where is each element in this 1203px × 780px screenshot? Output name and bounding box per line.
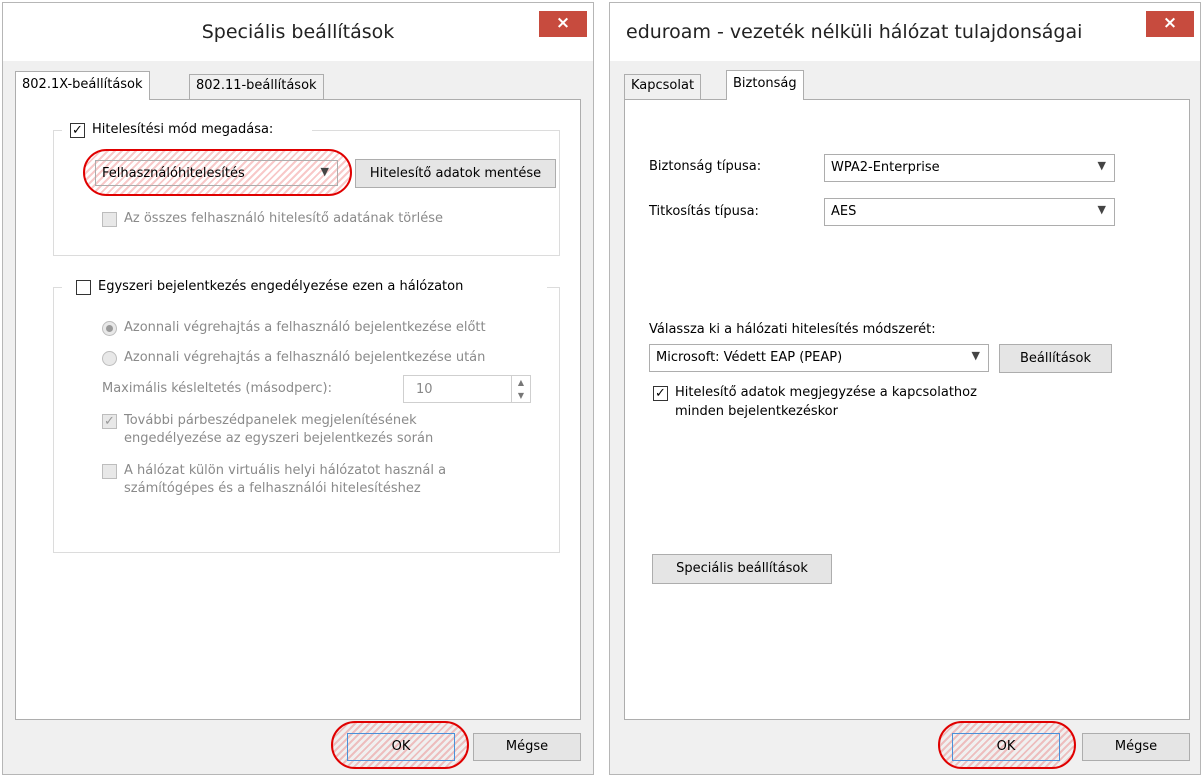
tab-8021x[interactable]: 802.1X-beállítások <box>15 71 150 100</box>
auth-mode-select[interactable]: Felhasználóhitelesítés ▼ <box>95 160 338 186</box>
security-type-select[interactable]: WPA2-Enterprise ▼ <box>824 154 1115 182</box>
separate-vlan-label-2: számítógépes és a felhasználói hitelesít… <box>124 481 421 496</box>
auth-method-select[interactable]: Microsoft: Védett EAP (PEAP) ▼ <box>649 344 989 372</box>
tab-panel: Biztonság típusa: WPA2-Enterprise ▼ Titk… <box>624 99 1190 720</box>
cancel-button[interactable]: Mégse <box>1082 733 1190 761</box>
remember-credentials-label-2: minden bejelentkezéskor <box>675 404 838 419</box>
chevron-down-icon: ▼ <box>1097 159 1106 172</box>
ok-button[interactable]: OK <box>347 733 455 761</box>
separate-vlan-checkbox[interactable] <box>102 464 117 479</box>
auth-mode-checkbox[interactable]: ✓ <box>70 123 85 138</box>
spinner-arrows-icon[interactable]: ▲ ▼ <box>511 376 530 402</box>
dialog-title: eduroam - vezeték nélküli hálózat tulajd… <box>626 21 1083 43</box>
cancel-button[interactable]: Mégse <box>473 733 581 761</box>
chevron-down-icon: ▼ <box>971 349 980 362</box>
save-credentials-button[interactable]: Hitelesítő adatok mentése <box>355 159 556 188</box>
auth-mode-label: Hitelesítési mód megadása: <box>92 122 274 137</box>
remember-credentials-checkbox[interactable]: ✓ <box>653 386 668 401</box>
advanced-settings-dialog: Speciális beállítások × 802.1X-beállítás… <box>2 2 594 775</box>
close-button[interactable]: × <box>539 11 587 37</box>
settings-button[interactable]: Beállítások <box>999 344 1112 373</box>
encryption-type-value: AES <box>831 204 857 219</box>
radio-after-login-label: Azonnali végrehajtás a felhasználó bejel… <box>124 350 486 365</box>
auth-method-label: Válassza ki a hálózati hitelesítés módsz… <box>649 322 936 337</box>
security-type-label: Biztonság típusa: <box>649 159 762 174</box>
dialog-title: Speciális beállítások <box>201 21 395 43</box>
delay-label: Maximális késleltetés (másodperc): <box>102 381 332 396</box>
delete-credentials-label: Az összes felhasználó hitelesítő adatána… <box>124 211 443 226</box>
delay-value: 10 <box>416 382 433 397</box>
tab-panel: ✓ Hitelesítési mód megadása: Felhasználó… <box>15 99 581 720</box>
chevron-down-icon: ▼ <box>1097 203 1106 216</box>
radio-before-login[interactable] <box>102 321 117 336</box>
extra-dialogs-label-2: engedélyezése az egyszeri bejelentkezés … <box>124 431 434 446</box>
chevron-down-icon: ▼ <box>320 165 329 178</box>
encryption-type-label: Titkosítás típusa: <box>649 204 759 219</box>
title-bar: Speciális beállítások × <box>3 3 593 61</box>
advanced-settings-button[interactable]: Speciális beállítások <box>652 554 832 584</box>
delay-spinner[interactable]: 10 ▲ ▼ <box>403 375 531 403</box>
sso-checkbox[interactable] <box>76 280 91 295</box>
tab-security[interactable]: Biztonság <box>726 70 804 100</box>
auth-mode-select-value: Felhasználóhitelesítés <box>102 166 245 181</box>
close-button[interactable]: × <box>1146 11 1194 37</box>
extra-dialogs-checkbox[interactable]: ✓ <box>102 414 117 429</box>
wireless-properties-dialog: eduroam - vezeték nélküli hálózat tulajd… <box>609 2 1201 775</box>
auth-method-value: Microsoft: Védett EAP (PEAP) <box>656 350 843 365</box>
radio-before-login-label: Azonnali végrehajtás a felhasználó bejel… <box>124 320 486 335</box>
sso-label: Egyszeri bejelentkezés engedélyezése eze… <box>98 279 464 294</box>
separate-vlan-label-1: A hálózat külön virtuális helyi hálózato… <box>124 463 447 478</box>
extra-dialogs-label-1: További párbeszédpanelek megjelenítéséne… <box>124 413 417 428</box>
radio-after-login[interactable] <box>102 351 117 366</box>
title-bar: eduroam - vezeték nélküli hálózat tulajd… <box>610 3 1200 61</box>
ok-button[interactable]: OK <box>952 733 1060 761</box>
security-type-value: WPA2-Enterprise <box>831 160 940 175</box>
tab-80211[interactable]: 802.11-beállítások <box>189 74 324 100</box>
delete-credentials-checkbox[interactable] <box>102 212 117 227</box>
tab-connection[interactable]: Kapcsolat <box>624 74 702 100</box>
encryption-type-select[interactable]: AES ▼ <box>824 198 1115 226</box>
remember-credentials-label-1: Hitelesítő adatok megjegyzése a kapcsola… <box>675 385 977 400</box>
